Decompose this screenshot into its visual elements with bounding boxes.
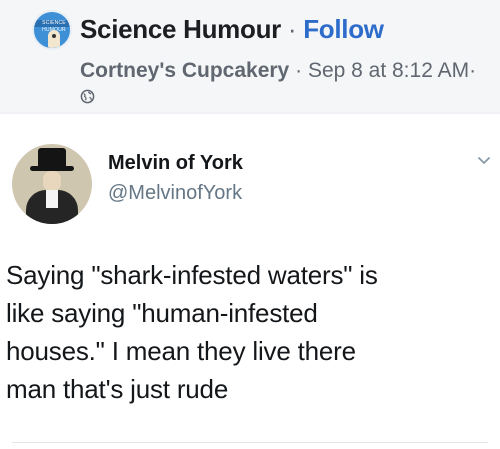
page-title-row: Science Humour · Follow <box>80 14 384 45</box>
avatar[interactable] <box>12 144 92 224</box>
avatar-figure <box>48 30 60 48</box>
avatar-top-hat <box>38 148 66 168</box>
avatar-figure-eye <box>52 34 56 38</box>
divider <box>12 442 488 443</box>
tweet-line: man that's just rude <box>6 374 229 404</box>
post-time-suffix[interactable]: AM <box>438 59 470 82</box>
avatar-collar <box>46 190 58 208</box>
post-meta: Cortney's Cupcakery · Sep 8 at 8:12 AM· <box>80 58 480 110</box>
tweet-line: like saying "human-infested <box>6 298 318 328</box>
tweet-body: Saying "shark-infested waters" is like s… <box>6 256 496 408</box>
tweet-display-name[interactable]: Melvin of York <box>108 152 243 175</box>
tweet-line: Saying "shark-infested waters" is <box>6 260 378 290</box>
chevron-down-icon[interactable] <box>475 152 493 170</box>
post-header: SCIENCE HUMOUR Science Humour · Follow C… <box>0 0 500 112</box>
author-link[interactable]: Cortney's Cupcakery <box>80 59 289 82</box>
meta-separator: · <box>295 59 303 82</box>
time-separator: · <box>469 59 477 82</box>
page-name-link[interactable]: Science Humour <box>80 14 281 44</box>
follow-button[interactable]: Follow <box>303 14 384 44</box>
page-avatar[interactable]: SCIENCE HUMOUR <box>32 10 72 50</box>
globe-icon <box>80 89 95 104</box>
avatar-face <box>43 171 61 191</box>
tweet-line: houses." I mean they live there <box>6 336 356 366</box>
title-separator: · <box>287 14 297 44</box>
post-date[interactable]: Sep 8 at 8:12 <box>308 59 433 82</box>
embedded-tweet: Melvin of York @MelvinofYork Saying "sha… <box>0 114 500 449</box>
tweet-handle[interactable]: @MelvinofYork <box>108 182 242 205</box>
